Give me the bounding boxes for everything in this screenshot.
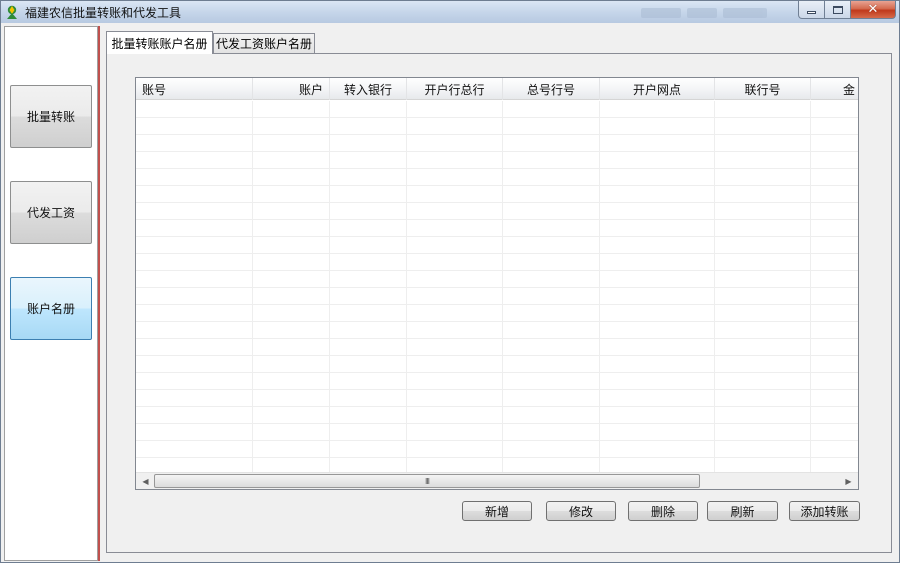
grid-column-line bbox=[502, 101, 503, 473]
grid-column-line bbox=[252, 101, 253, 473]
column-header-amount[interactable]: 金 bbox=[811, 78, 858, 100]
column-header-bank-code[interactable]: 总号行号 bbox=[503, 78, 600, 100]
delete-button[interactable]: 删除 bbox=[628, 501, 698, 521]
refresh-button[interactable]: 刷新 bbox=[707, 501, 778, 521]
title-bar[interactable]: 福建农信批量转账和代发工具 ✕ bbox=[1, 1, 899, 23]
scroll-right-icon[interactable]: ▶ bbox=[840, 475, 857, 488]
column-header-receiving-bank[interactable]: 转入银行 bbox=[330, 78, 407, 100]
scrollbar-grip-icon: III bbox=[424, 476, 430, 486]
minimize-icon bbox=[807, 11, 816, 14]
window-title: 福建农信批量转账和代发工具 bbox=[25, 6, 182, 20]
tab-batch-transfer-register[interactable]: 批量转账账户名册 bbox=[106, 31, 213, 54]
add-transfer-button[interactable]: 添加转账 bbox=[789, 501, 860, 521]
sidebar: 批量转账 代发工资 账户名册 bbox=[4, 26, 98, 561]
scrollbar-thumb[interactable]: III bbox=[154, 474, 700, 488]
sidebar-divider bbox=[98, 26, 100, 561]
grid-column-line bbox=[714, 101, 715, 473]
maximize-button[interactable] bbox=[825, 1, 851, 19]
grid-column-line bbox=[810, 101, 811, 473]
grid-column-line bbox=[329, 101, 330, 473]
scroll-left-icon[interactable]: ◀ bbox=[137, 475, 154, 488]
sidebar-item-label: 代发工资 bbox=[26, 206, 75, 220]
column-header-clearing-no[interactable]: 联行号 bbox=[715, 78, 811, 100]
grid-rows bbox=[136, 101, 858, 473]
close-button[interactable]: ✕ bbox=[851, 1, 896, 19]
add-button[interactable]: 新增 bbox=[462, 501, 532, 521]
grid-header: 账号 账户 转入银行 开户行总行 总号行号 开户网点 联行号 金 bbox=[136, 78, 858, 100]
title-bar-reflection bbox=[641, 5, 791, 18]
app-window: 福建农信批量转账和代发工具 ✕ 批量转账 代发工资 账户名册 批量转账账户名册 … bbox=[0, 0, 900, 563]
column-header-account-no[interactable]: 账号 bbox=[136, 78, 253, 100]
edit-button[interactable]: 修改 bbox=[546, 501, 616, 521]
tab-payroll-register[interactable]: 代发工资账户名册 bbox=[213, 33, 315, 53]
column-header-branch[interactable]: 开户网点 bbox=[600, 78, 715, 100]
sidebar-item-account-register[interactable]: 账户名册 bbox=[10, 277, 92, 340]
maximize-icon bbox=[832, 5, 843, 14]
column-header-head-bank[interactable]: 开户行总行 bbox=[407, 78, 503, 100]
minimize-button[interactable] bbox=[798, 1, 825, 19]
sidebar-item-payroll[interactable]: 代发工资 bbox=[10, 181, 92, 244]
accounts-grid[interactable]: 账号 账户 转入银行 开户行总行 总号行号 开户网点 联行号 金 ◀ III ▶ bbox=[135, 77, 859, 490]
column-header-account[interactable]: 账户 bbox=[253, 78, 330, 100]
app-logo-icon bbox=[7, 5, 17, 19]
horizontal-scrollbar[interactable]: ◀ III ▶ bbox=[136, 472, 858, 489]
sidebar-item-label: 账户名册 bbox=[26, 302, 75, 316]
window-controls: ✕ bbox=[798, 1, 896, 19]
close-icon: ✕ bbox=[867, 2, 879, 17]
sidebar-item-label: 批量转账 bbox=[26, 110, 75, 124]
grid-column-line bbox=[599, 101, 600, 473]
tab-label: 代发工资账户名册 bbox=[215, 37, 312, 51]
sidebar-item-batch-transfer[interactable]: 批量转账 bbox=[10, 85, 92, 148]
grid-column-line bbox=[406, 101, 407, 473]
tab-label: 批量转账账户名册 bbox=[111, 36, 208, 51]
